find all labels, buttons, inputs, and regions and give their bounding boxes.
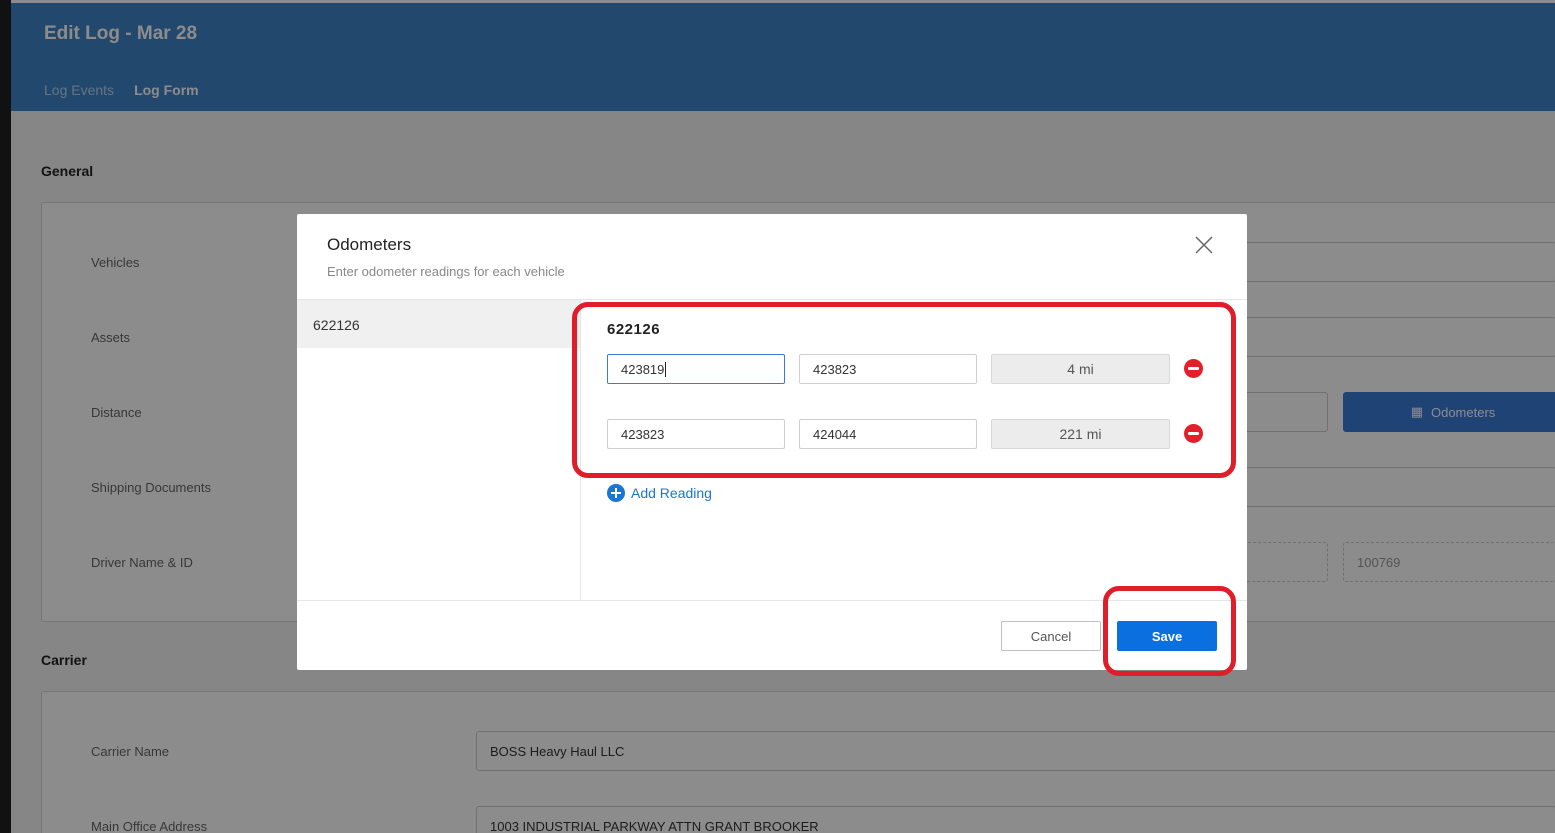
add-reading-button[interactable]: Add Reading <box>607 484 712 502</box>
vehicle-list: 622126 <box>297 300 581 600</box>
modal-title: Odometers <box>327 235 412 254</box>
vehicle-list-item[interactable]: 622126 <box>297 300 580 348</box>
modal-subtitle: Enter odometer readings for each vehicle <box>327 264 565 279</box>
plus-circle-icon <box>607 484 625 502</box>
readings-highlight-box <box>572 302 1236 478</box>
close-icon[interactable] <box>1193 234 1215 256</box>
save-highlight-box <box>1103 586 1236 676</box>
add-reading-label: Add Reading <box>631 485 712 501</box>
cancel-button[interactable]: Cancel <box>1001 621 1101 651</box>
